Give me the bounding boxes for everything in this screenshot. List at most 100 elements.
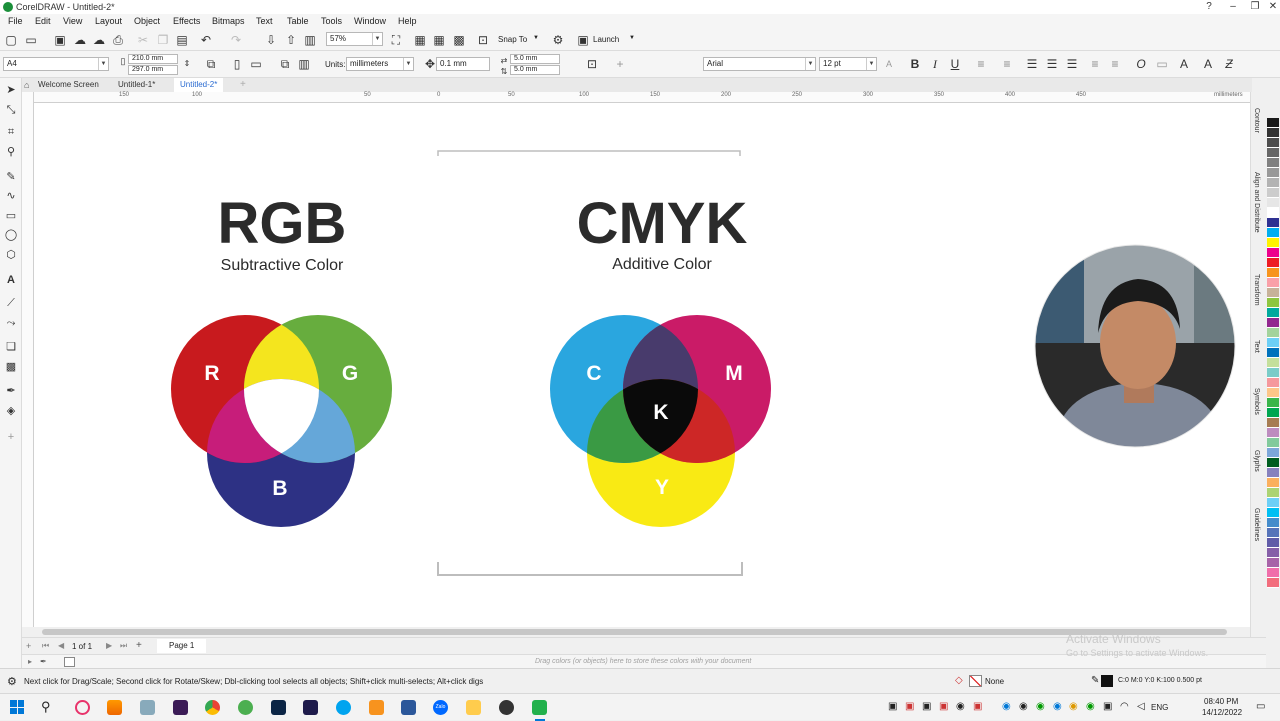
add-page-before-icon[interactable]: + xyxy=(26,641,31,651)
palette-swatch[interactable] xyxy=(1267,478,1279,488)
new-document-icon[interactable]: ▢ xyxy=(4,33,18,47)
eyedropper-icon[interactable]: ✒ xyxy=(4,384,18,398)
tray-icon[interactable]: ◉ xyxy=(1036,701,1045,712)
page-width-field[interactable]: 210.0 mm xyxy=(128,54,178,64)
save-icon[interactable]: ▣ xyxy=(53,33,67,47)
palette-swatch[interactable] xyxy=(1267,118,1279,128)
palette-swatch[interactable] xyxy=(1267,418,1279,428)
windows-start-icon[interactable] xyxy=(10,700,24,714)
zalo-icon[interactable]: Zalo xyxy=(433,700,448,715)
copy-icon[interactable]: ❐ xyxy=(156,33,170,47)
palette-swatch[interactable] xyxy=(1267,198,1279,208)
launch-button[interactable]: Launch xyxy=(593,35,619,44)
palette-swatch[interactable] xyxy=(1267,458,1279,468)
interactive-opentype-icon[interactable]: Ƶ xyxy=(1222,57,1236,71)
help-icon[interactable]: ? xyxy=(1198,0,1220,14)
menu-view[interactable]: View xyxy=(63,16,82,26)
underline-icon[interactable]: U xyxy=(948,57,962,71)
shape-tool-icon[interactable]: ⤡ xyxy=(4,103,18,117)
tab-untitled-2[interactable]: Untitled-2* xyxy=(174,78,224,92)
word-icon[interactable] xyxy=(401,700,416,715)
tray-icon[interactable]: ◉ xyxy=(1069,701,1078,712)
stepper-icon[interactable]: ⇕ xyxy=(180,57,194,71)
cut-icon[interactable]: ✂ xyxy=(136,33,150,47)
connector-tool-icon[interactable]: ⤳ xyxy=(4,316,18,330)
no-color-swatch[interactable] xyxy=(64,657,75,667)
search-icon[interactable]: ⚲ xyxy=(41,699,51,715)
bleed-icon[interactable]: ⊡ xyxy=(585,57,599,71)
menu-edit[interactable]: Edit xyxy=(35,16,51,26)
palette-swatch[interactable] xyxy=(1267,148,1279,158)
units-select[interactable]: millimeters ▼ xyxy=(346,57,414,71)
drawing-canvas[interactable]: RGB Subtractive Color CMYK Additive Colo… xyxy=(34,103,1250,627)
palette-swatch[interactable] xyxy=(1267,248,1279,258)
import-icon[interactable]: ⇩ xyxy=(264,33,278,47)
cloud-upload-icon[interactable]: ☁ xyxy=(73,33,87,47)
vlc-icon[interactable] xyxy=(107,700,122,715)
add-preset-icon[interactable]: + xyxy=(613,57,627,71)
docker-tab-symbols[interactable]: Symbols xyxy=(1253,388,1260,415)
outline-pen-icon[interactable]: ✎ xyxy=(1091,675,1099,686)
indent-icon[interactable]: ≡ xyxy=(1108,57,1122,71)
landscape-icon[interactable]: ▭ xyxy=(249,57,263,71)
palette-swatch[interactable] xyxy=(1267,438,1279,448)
palette-swatch[interactable] xyxy=(1267,538,1279,548)
palette-swatch[interactable] xyxy=(1267,378,1279,388)
export-icon[interactable]: ⇧ xyxy=(284,33,298,47)
menu-help[interactable]: Help xyxy=(398,16,417,26)
add-page-after-icon[interactable]: + xyxy=(136,640,142,651)
tray-icon[interactable]: ▣ xyxy=(888,701,897,712)
docker-tab-text[interactable]: Text xyxy=(1253,340,1260,353)
portrait-icon[interactable]: ▯ xyxy=(230,57,244,71)
palette-swatch[interactable] xyxy=(1267,568,1279,578)
speaker-icon[interactable]: ◁ xyxy=(1137,701,1145,712)
menu-object[interactable]: Object xyxy=(134,16,160,26)
palette-swatch[interactable] xyxy=(1267,558,1279,568)
drop-shadow-icon[interactable]: ❏ xyxy=(4,340,18,354)
horizontal-ruler[interactable]: 150 100 50 0 50 100 150 200 250 300 350 … xyxy=(34,92,1250,103)
palette-swatch[interactable] xyxy=(1267,238,1279,248)
polygon-tool-icon[interactable]: ⬡ xyxy=(4,248,18,262)
tray-icon[interactable]: ▣ xyxy=(973,701,982,712)
palette-swatch[interactable] xyxy=(1267,178,1279,188)
menu-text[interactable]: Text xyxy=(256,16,273,26)
fill-icon[interactable]: ◇ xyxy=(955,675,963,686)
tray-icon[interactable]: ◉ xyxy=(1002,701,1011,712)
text-direction-icon[interactable]: A xyxy=(1201,57,1215,71)
menu-window[interactable]: Window xyxy=(354,16,386,26)
export-pdf-icon[interactable]: ▥ xyxy=(303,33,317,47)
current-page-icon[interactable]: ▥ xyxy=(297,57,311,71)
settings-gear-icon[interactable]: ⚙ xyxy=(7,675,17,688)
clock-time[interactable]: 08:40 PM xyxy=(1204,697,1238,706)
chevron-down-icon[interactable]: ▼ xyxy=(629,35,635,41)
text-tool-icon[interactable]: A xyxy=(4,273,18,287)
palette-swatch[interactable] xyxy=(1267,528,1279,538)
palette-menu-icon[interactable]: ▸ xyxy=(28,657,32,666)
duplicate-x-field[interactable]: 5.0 mm xyxy=(510,54,560,64)
chevron-down-icon[interactable]: ▼ xyxy=(372,33,382,45)
text-align-icon[interactable]: ≡ xyxy=(974,57,988,71)
all-pages-icon[interactable]: ⧉ xyxy=(204,57,218,71)
options-gear-icon[interactable]: ⚙ xyxy=(551,33,565,47)
coreldraw-taskbar-icon[interactable] xyxy=(532,700,547,715)
print-icon[interactable]: ⎙ xyxy=(111,33,125,47)
tray-icon[interactable]: ▣ xyxy=(939,701,948,712)
palette-swatch[interactable] xyxy=(1267,428,1279,438)
tray-icon[interactable]: ◉ xyxy=(1053,701,1062,712)
palette-swatch[interactable] xyxy=(1267,468,1279,478)
tray-icon[interactable]: ◉ xyxy=(956,701,965,712)
minimize-button[interactable]: – xyxy=(1222,0,1244,14)
skype-icon[interactable] xyxy=(336,700,351,715)
language-indicator[interactable]: ENG xyxy=(1151,703,1168,712)
tab-welcome-screen[interactable]: Welcome Screen xyxy=(32,78,105,92)
palette-swatch[interactable] xyxy=(1267,268,1279,278)
parallel-dimension-icon[interactable]: ⟋ xyxy=(4,296,18,310)
chevron-down-icon[interactable]: ▼ xyxy=(403,58,413,70)
palette-swatch[interactable] xyxy=(1267,448,1279,458)
palette-swatch[interactable] xyxy=(1267,508,1279,518)
palette-swatch[interactable] xyxy=(1267,328,1279,338)
docker-tab-align-distribute[interactable]: Align and Distribute xyxy=(1253,172,1260,233)
chrome-icon[interactable] xyxy=(205,700,220,715)
palette-swatch[interactable] xyxy=(1267,408,1279,418)
interactive-fill-icon[interactable]: ◈ xyxy=(4,404,18,418)
